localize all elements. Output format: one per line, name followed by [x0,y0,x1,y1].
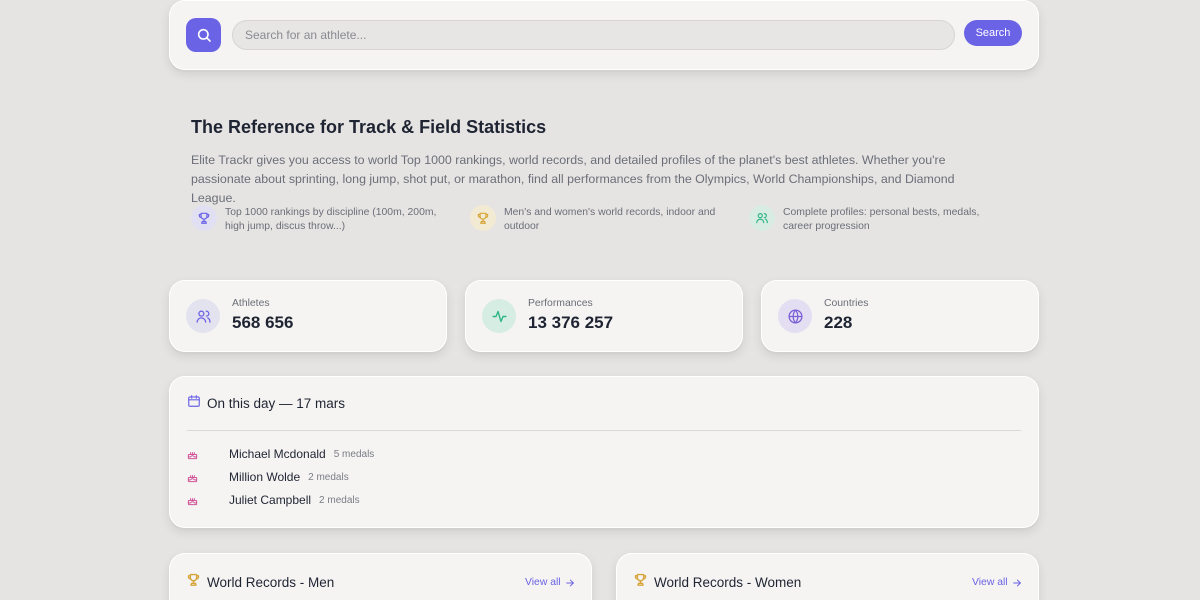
view-all-label[interactable]: View all [972,577,1008,588]
search-button[interactable]: Search [964,20,1022,46]
cake-icon [187,449,199,460]
view-all-men-link[interactable]: View all [525,577,575,588]
world-records-men-header: World Records - Men [186,572,334,592]
stat-value: 13 376 257 [528,313,614,332]
world-records-women-header: World Records - Women [633,572,801,592]
view-all-label[interactable]: View all [525,577,561,588]
feature-text: Top 1000 rankings by discipline (100m, 2… [225,207,437,232]
search-input[interactable] [232,20,955,50]
trophy-icon [191,205,217,231]
trophy-icon [186,572,201,592]
stat-value: 568 656 [232,313,294,332]
feature-rankings: Top 1000 rankings by discipline (100m, 2… [191,205,451,234]
activity-icon [482,299,516,333]
athlete-name[interactable]: Michael Mcdonald [229,447,326,461]
stat-card-athletes: Athletes 568 656 [169,280,447,352]
view-all-women-link[interactable]: View all [972,577,1022,588]
medal-count: 2 medals [308,471,349,483]
medal-count: 5 medals [333,448,375,460]
medal-icon [470,205,496,231]
search-card: Search [169,0,1039,70]
stat-card-countries: Countries 228 [761,280,1039,352]
cake-icon [187,495,199,506]
calendar-icon [187,394,201,413]
on-this-day-header: On this day — 17 mars [187,394,345,413]
users-icon [749,205,775,231]
page: Search The Reference for Track & Field S… [0,0,1200,600]
list-item[interactable]: Michael Mcdonald 5 medals [187,446,374,462]
hero-description: Elite Trackr gives you access to world T… [191,153,955,205]
on-this-day-title: On this day — 17 mars [207,396,346,411]
arrow-right-icon [1012,579,1021,586]
athlete-name[interactable]: Million Wolde [229,470,300,484]
world-records-women-card: World Records - Women View all [616,553,1039,600]
feature-records: Men's and women's world records, indoor … [470,205,730,234]
arrow-right-icon [565,579,574,586]
stat-label: Performances [528,298,593,309]
feature-profiles: Complete profiles: personal bests, medal… [749,205,1009,234]
page-title: The Reference for Track & Field Statisti… [191,117,547,137]
list-item[interactable]: Juliet Campbell 2 medals [187,492,360,508]
on-this-day-card: On this day — 17 mars Michael Mcdonald 5… [169,376,1039,528]
feature-text: Complete profiles: personal bests, medal… [783,207,980,232]
divider [187,430,1021,431]
feature-text: Men's and women's world records, indoor … [504,207,716,232]
search-icon[interactable] [186,18,221,52]
globe-icon [778,299,812,333]
stat-label: Countries [824,298,869,309]
trophy-icon [633,572,648,592]
athlete-name[interactable]: Juliet Campbell [229,493,311,507]
medal-count: 2 medals [319,494,360,506]
list-item[interactable]: Million Wolde 2 medals [187,469,349,485]
cake-icon [187,472,199,483]
stat-card-performances: Performances 13 376 257 [465,280,743,352]
world-records-women-title: World Records - Women [654,574,802,590]
world-records-men-card: World Records - Men View all [169,553,592,600]
stat-label: Athletes [232,298,270,309]
world-records-men-title: World Records - Men [207,574,335,590]
stat-value: 228 [824,313,853,332]
users-icon [186,299,220,333]
